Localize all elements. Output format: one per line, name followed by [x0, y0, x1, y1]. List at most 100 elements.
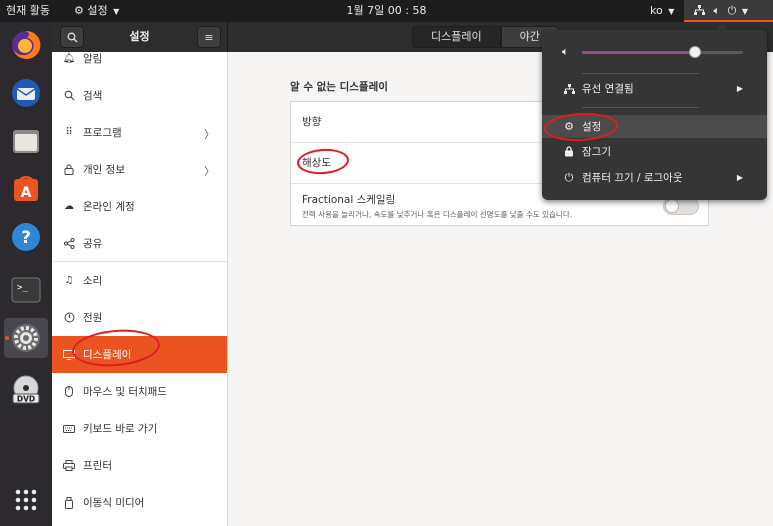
activities-button[interactable]: 현재 활동 [6, 0, 50, 22]
tab-display[interactable]: 디스플레이 [412, 26, 501, 48]
caret-down-icon: ▼ [113, 7, 120, 16]
sidebar-item-privacy[interactable]: 개인 정보 〉 [52, 151, 227, 188]
top-bar: 현재 활동 ⚙ 설정 ▼ 1월 7일 00 : 58 ko ▼ 🔈︎ ⏻ ▼ [0, 0, 773, 22]
keyboard-icon [62, 422, 76, 436]
svg-text:?: ? [21, 228, 31, 248]
sidebar-item-online-accounts[interactable]: ☁︎ 온라인 계정 [52, 188, 227, 225]
software-icon: A [14, 176, 38, 201]
volume-slider-fill [582, 51, 695, 54]
sidebar-item-label: 이동식 미디어 [83, 497, 145, 509]
power-off-logout-label: 컴퓨터 끄기 / 로그아웃 [582, 172, 683, 184]
music-note-icon: ♫ [64, 275, 74, 286]
sidebar-item-label: 프로그램 [83, 127, 122, 139]
search-icon [62, 89, 76, 103]
sidebar-item-label: 검색 [83, 90, 103, 102]
cloud-icon: ☁︎ [64, 201, 74, 212]
dock-help[interactable]: ? [4, 217, 48, 257]
svg-text:DVD: DVD [17, 395, 35, 404]
dock-terminal[interactable]: >_ [4, 270, 48, 310]
firefox-icon [12, 30, 41, 59]
sidebar-item-label: 프린터 [83, 460, 112, 472]
system-menu: 🔈︎ 유선 연결됨 ▶ ⚙ 설정 잠그기 ⏻ 컴퓨터 끄기 / 로그아웃 ▶ [542, 30, 767, 200]
bell-icon: 🔔︎ [62, 53, 76, 64]
sidebar-item-printers[interactable]: 프린터 [52, 447, 227, 484]
gear-icon: ⚙ [74, 4, 84, 17]
dock-thunderbird[interactable] [4, 73, 48, 113]
sidebar-item-notifications[interactable]: 🔔︎ 알림 [52, 52, 227, 77]
dock: A ? >_ DVD [0, 22, 52, 526]
app-menu-button[interactable]: ⚙ 설정 ▼ [74, 0, 119, 22]
display-icon [62, 348, 76, 362]
lock-icon [62, 163, 76, 177]
grid-icon: ⠿ [65, 127, 73, 138]
menu-separator [582, 107, 699, 108]
sidebar-item-sound[interactable]: ♫ 소리 [52, 262, 227, 299]
settings-item[interactable]: ⚙ 설정 [542, 115, 767, 138]
fractional-scaling-description: 전력 사용을 늘리거나, 속도를 낮추거나 혹은 디스플레이 선명도를 낮출 수… [302, 210, 573, 219]
sidebar-item-label: 마우스 및 터치패드 [83, 386, 167, 398]
menu-separator [582, 73, 699, 74]
share-icon [62, 237, 76, 251]
mouse-icon [62, 385, 76, 399]
files-icon [13, 130, 39, 153]
dock-firefox[interactable] [4, 25, 48, 65]
sidebar-item-label: 온라인 계정 [83, 201, 135, 213]
network-wired-icon [562, 83, 576, 94]
sidebar-item-label: 알림 [83, 53, 103, 65]
thunderbird-icon [12, 79, 40, 107]
chevron-right-icon: 〉 [204, 165, 215, 178]
clock[interactable]: 1월 7일 00 : 58 [347, 4, 427, 17]
language-indicator[interactable]: ko ▼ [650, 0, 674, 22]
power-icon [62, 311, 76, 325]
volume-icon: 🔈︎ [713, 4, 721, 17]
sidebar-item-label: 디스플레이 [83, 349, 132, 361]
sidebar-item-keyboard-shortcuts[interactable]: 키보드 바로 가기 [52, 410, 227, 447]
submenu-arrow-icon: ▶ [736, 84, 743, 93]
lock-item[interactable]: 잠그기 [542, 140, 767, 163]
sidebar-item-display[interactable]: 디스플레이 [52, 336, 227, 373]
sidebar-item-label: 소리 [83, 275, 103, 287]
dock-show-applications[interactable] [4, 480, 48, 520]
power-off-logout-item[interactable]: ⏻ 컴퓨터 끄기 / 로그아웃 ▶ [542, 166, 767, 189]
dvd-icon: DVD [12, 375, 40, 404]
sidebar-item-removable-media[interactable]: 이동식 미디어 [52, 484, 227, 521]
view-switcher: 디스플레이 야간 [412, 26, 559, 48]
dock-settings[interactable] [4, 318, 48, 358]
volume-slider[interactable] [582, 46, 743, 58]
volume-slider-handle[interactable] [688, 46, 701, 58]
menu-button[interactable]: ≡ [197, 26, 221, 48]
sidebar-item-sharing[interactable]: 공유 [52, 225, 227, 262]
svg-text:A: A [21, 185, 32, 201]
hamburger-icon: ≡ [204, 30, 214, 44]
sidebar-item-search[interactable]: 검색 [52, 77, 227, 114]
sidebar-item-applications[interactable]: ⠿ 프로그램 〉 [52, 114, 227, 151]
sidebar-item-label: 키보드 바로 가기 [83, 423, 158, 435]
dock-software[interactable]: A [4, 169, 48, 209]
language-label: ko [650, 4, 663, 17]
sidebar-item-label: 전원 [83, 312, 103, 324]
lock-label: 잠그기 [582, 146, 611, 158]
app-grid-icon [15, 489, 37, 511]
sidebar-border [227, 52, 228, 526]
dock-dvd[interactable]: DVD [4, 370, 48, 410]
settings-label: 설정 [582, 121, 602, 133]
dock-files[interactable] [4, 121, 48, 161]
help-icon: ? [12, 223, 40, 251]
printer-icon [62, 459, 76, 473]
power-icon: ⏻ [564, 170, 574, 184]
sidebar-item-label: 개인 정보 [83, 164, 125, 176]
wired-connection-label: 유선 연결됨 [582, 83, 634, 95]
sidebar-item-mouse-touchpad[interactable]: 마우스 및 터치패드 [52, 373, 227, 410]
chevron-right-icon: 〉 [204, 128, 215, 141]
terminal-icon: >_ [11, 277, 41, 303]
display-name-heading: 알 수 없는 디스플레이 [290, 81, 388, 93]
app-menu-label: 설정 [87, 4, 108, 17]
sidebar-header: 설정 ≡ [52, 22, 227, 52]
wired-connection-item[interactable]: 유선 연결됨 ▶ [542, 77, 767, 100]
system-status-button[interactable]: 🔈︎ ⏻ ▼ [684, 0, 773, 22]
sidebar-item-power[interactable]: 전원 [52, 299, 227, 336]
volume-icon: 🔈︎ [562, 45, 569, 58]
resolution-label: 해상도 [302, 157, 331, 169]
orientation-label: 방향 [302, 116, 322, 128]
running-indicator [5, 336, 9, 340]
